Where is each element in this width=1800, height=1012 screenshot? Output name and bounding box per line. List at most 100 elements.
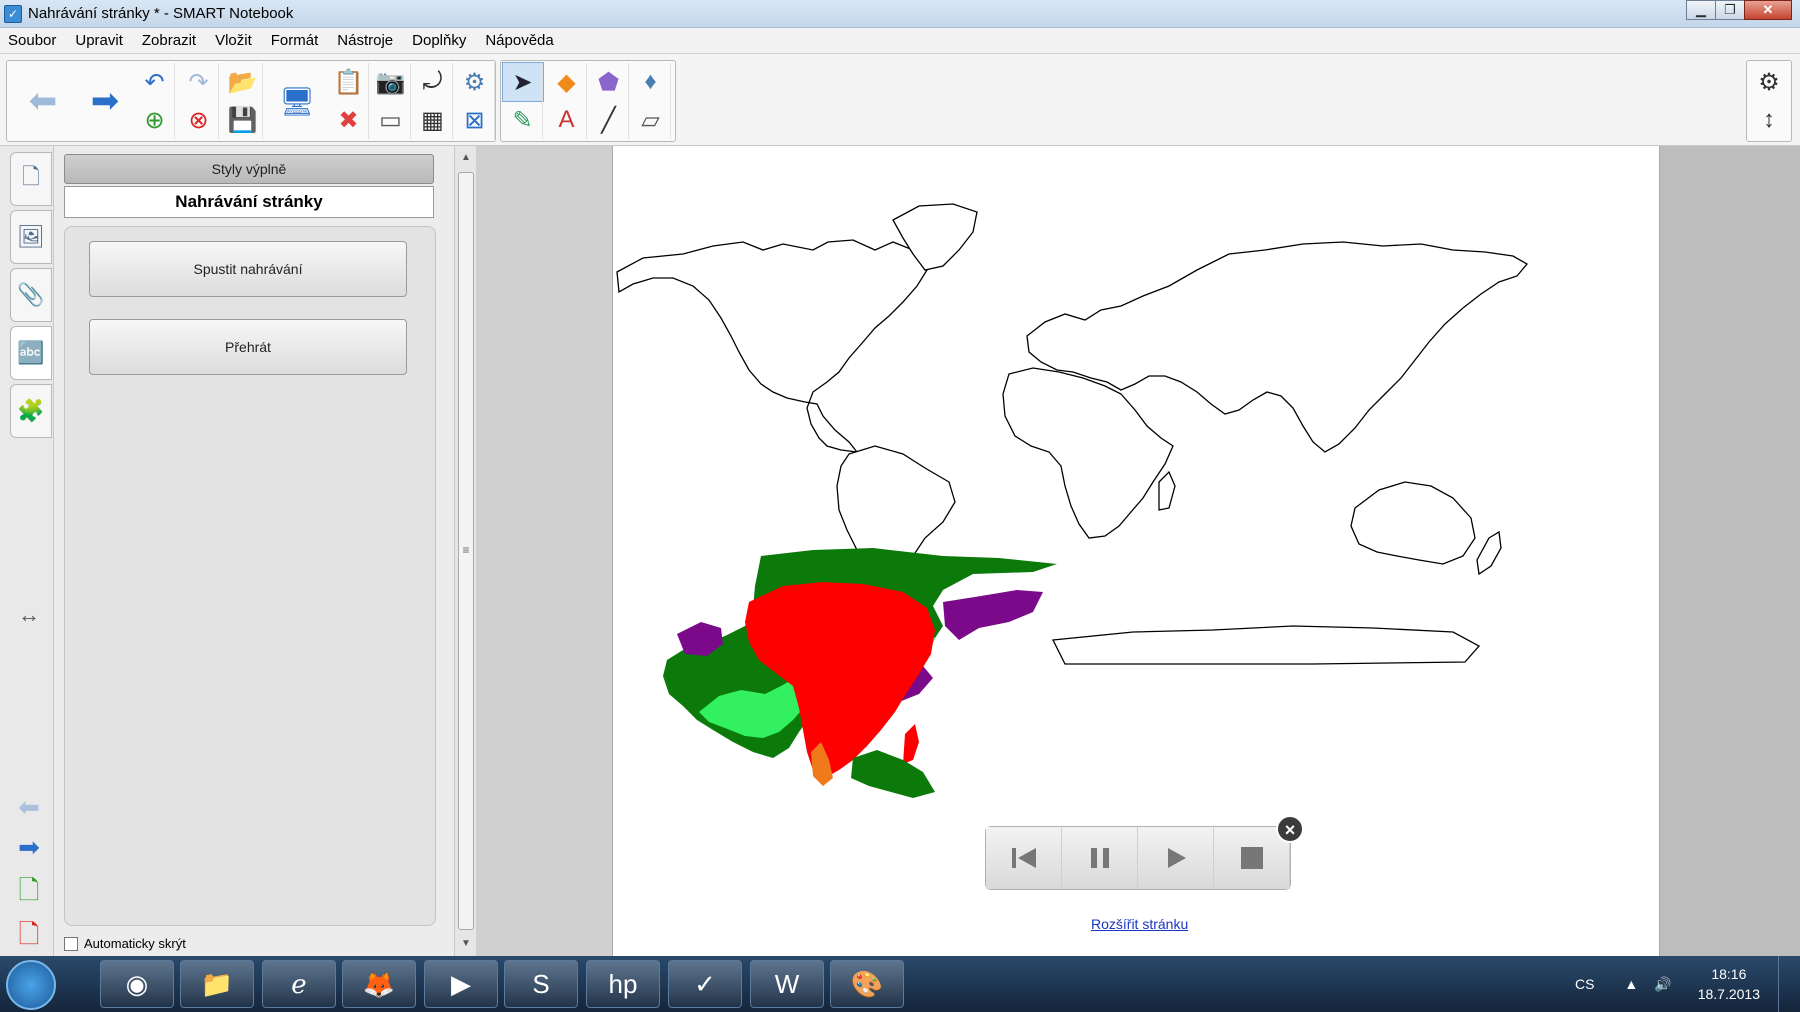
play-button[interactable] xyxy=(1138,827,1214,889)
open-folder-icon[interactable]: 📂 xyxy=(223,63,263,101)
word-icon[interactable]: W xyxy=(750,960,824,1008)
autohide-option[interactable]: Automaticky skrýt xyxy=(64,936,186,951)
menu-zobrazit[interactable]: Zobrazit xyxy=(142,32,196,49)
start-button[interactable] xyxy=(6,960,56,1010)
pause-button[interactable] xyxy=(1062,827,1138,889)
delete-icon[interactable]: ✖ xyxy=(329,101,369,139)
select-pointer-icon[interactable]: ➤ xyxy=(502,62,544,102)
screen-shade-icon[interactable]: ▭ xyxy=(371,101,411,139)
menu-vlozit[interactable]: Vložit xyxy=(215,32,252,49)
smart-notebook-icon: ✓ xyxy=(4,5,22,23)
table-icon[interactable]: ▦ xyxy=(413,101,453,139)
full-screen-icon[interactable]: ⤾ xyxy=(413,63,453,101)
paint-icon[interactable]: 🎨 xyxy=(830,960,904,1008)
properties-panel: Styly výplně Nahrávání stránky Spustit n… xyxy=(54,146,454,956)
play-icon xyxy=(1167,848,1186,868)
madagascar-outline xyxy=(1158,470,1176,511)
world-map xyxy=(616,203,1528,798)
menu-napoveda[interactable]: Nápověda xyxy=(485,32,553,49)
clock-time: 18:16 xyxy=(1711,966,1747,982)
panel-scrollbar[interactable]: ▲ ≡ ▼ xyxy=(454,146,476,956)
delete-page-icon[interactable]: ⊗ xyxy=(179,101,219,139)
puzzle-icon: 🧩 xyxy=(17,398,45,423)
scroll-down-icon[interactable]: ▼ xyxy=(455,938,477,949)
side-tab-strip: 🗋 🖼 📎 🔤 🧩 ↔ ⬅ ➡ 🗋 🗋 xyxy=(0,146,54,956)
menu-soubor[interactable]: Soubor xyxy=(8,32,56,49)
toolbar-group-settings: ⚙ ↕ xyxy=(1746,60,1792,142)
scroll-thumb[interactable]: ≡ xyxy=(458,172,474,930)
pens-icon[interactable]: ✎ xyxy=(503,101,543,139)
menu-nastroje[interactable]: Nástroje xyxy=(337,32,393,49)
eraser-icon[interactable]: ▱ xyxy=(631,101,671,139)
player-close-icon[interactable]: × xyxy=(1276,815,1304,843)
paste-icon[interactable]: 📋 xyxy=(329,63,369,101)
tray-expand-icon[interactable]: ▲ xyxy=(1624,976,1638,992)
firefox-icon[interactable]: 🦊 xyxy=(342,960,416,1008)
document-camera-icon[interactable]: ⚙ xyxy=(455,63,495,101)
menu-bar: Soubor Upravit Zobrazit Vložit Formát Ná… xyxy=(0,28,1800,54)
back-arrow-icon[interactable]: ⬅ xyxy=(11,61,75,141)
menu-upravit[interactable]: Upravit xyxy=(75,32,123,49)
gallery-tab[interactable]: 🖼 xyxy=(10,210,52,264)
media-player-icon[interactable]: ▶ xyxy=(424,960,498,1008)
delete-page-side-icon[interactable]: 🗋 xyxy=(12,916,46,960)
screen-capture-icon[interactable]: 📷 xyxy=(371,63,411,101)
autohide-checkbox[interactable] xyxy=(64,936,78,951)
dark-green-bottom-piece xyxy=(851,750,935,798)
forward-arrow-icon[interactable]: ➡ xyxy=(73,61,137,141)
magic-pen-icon[interactable]: ⬟ xyxy=(589,63,629,101)
antarctica-outline xyxy=(1051,625,1481,665)
menu-doplnky[interactable]: Doplňky xyxy=(412,32,466,49)
madagascar-red-piece xyxy=(903,724,919,764)
scroll-up-icon[interactable]: ▲ xyxy=(455,152,477,163)
swap-sides-icon[interactable]: ↔ xyxy=(12,602,46,628)
clock[interactable]: 18:16 18.7.2013 xyxy=(1698,964,1760,1004)
smart-notebook-task-icon[interactable]: ✓ xyxy=(668,960,742,1008)
fill-icon[interactable]: ♦ xyxy=(631,63,671,101)
display-screen-icon[interactable]: 🖥 xyxy=(265,61,329,141)
toolbar-move-icon[interactable]: ↕ xyxy=(1749,101,1789,139)
new-zealand-outline xyxy=(1476,530,1502,576)
addons-tab[interactable]: 🧩 xyxy=(10,384,52,438)
save-icon[interactable]: 💾 xyxy=(223,101,263,139)
next-page-icon[interactable]: ➡ xyxy=(12,832,46,863)
language-indicator[interactable]: CS xyxy=(1575,976,1594,992)
volume-icon[interactable]: 🔊 xyxy=(1654,976,1671,993)
add-page-side-icon[interactable]: 🗋 xyxy=(12,872,46,916)
gear-icon[interactable]: ⚙ xyxy=(1749,63,1789,101)
start-recording-button[interactable]: Spustit nahrávání xyxy=(89,241,407,297)
internet-explorer-icon[interactable]: ℯ xyxy=(262,960,336,1008)
autohide-label: Automaticky skrýt xyxy=(84,936,186,951)
recording-box: Spustit nahrávání Přehrát xyxy=(64,226,436,926)
close-button[interactable]: ✕ xyxy=(1744,0,1792,20)
properties-tab[interactable]: 🔤 xyxy=(10,326,52,380)
purple-piece-right xyxy=(943,590,1043,640)
text-icon[interactable]: A xyxy=(547,101,587,139)
skype-icon[interactable]: S xyxy=(504,960,578,1008)
previous-page-icon[interactable]: ⬅ xyxy=(12,792,46,823)
page-sorter-tab[interactable]: 🗋 xyxy=(10,152,52,206)
shapes-icon[interactable]: ◆ xyxy=(547,63,587,101)
line-icon[interactable]: ╱ xyxy=(589,101,629,139)
restore-button[interactable]: ❐ xyxy=(1715,0,1745,20)
north-america-outline xyxy=(616,239,928,453)
chrome-icon[interactable]: ◉ xyxy=(100,960,174,1008)
undo-icon[interactable]: ↶ xyxy=(135,63,175,101)
window-title: Nahrávání stránky * - SMART Notebook xyxy=(28,5,294,22)
window-controls: ▁ ❐ ✕ xyxy=(1686,0,1792,20)
rewind-button[interactable] xyxy=(986,827,1062,889)
show-desktop-button[interactable] xyxy=(1778,956,1792,1012)
menu-format[interactable]: Formát xyxy=(271,32,319,49)
play-recording-button[interactable]: Přehrát xyxy=(89,319,407,375)
attachments-tab[interactable]: 📎 xyxy=(10,268,52,322)
add-page-icon[interactable]: ⊕ xyxy=(135,101,175,139)
stop-icon xyxy=(1240,847,1263,869)
redo-icon[interactable]: ↷ xyxy=(179,63,219,101)
explorer-folder-icon[interactable]: 📁 xyxy=(180,960,254,1008)
expand-page-link[interactable]: Rozšířit stránku xyxy=(1091,916,1188,932)
page-recording-heading: Nahrávání stránky xyxy=(64,186,434,218)
close-x-icon[interactable]: ⊠ xyxy=(455,101,495,139)
fill-styles-button[interactable]: Styly výplně xyxy=(64,154,434,184)
hp-icon[interactable]: hp xyxy=(586,960,660,1008)
minimize-button[interactable]: ▁ xyxy=(1686,0,1716,20)
